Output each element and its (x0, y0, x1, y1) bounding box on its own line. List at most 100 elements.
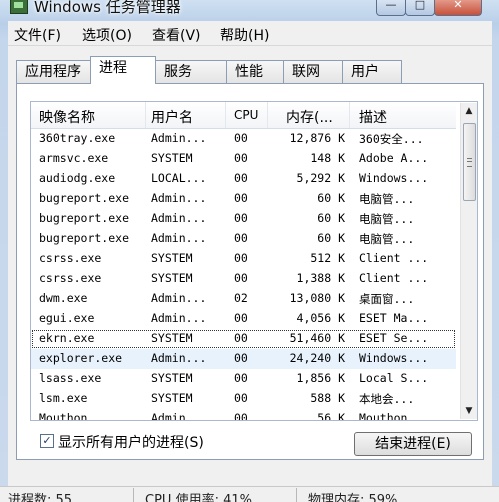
cell-image-name: explorer.exe (39, 351, 123, 365)
window-title: Windows 任务管理器 (34, 0, 181, 16)
process-row[interactable]: ekrn.exe SYSTEM 00 51,460 K ESET Se... (31, 329, 456, 349)
cell-image-name: ekrn.exe (39, 331, 95, 345)
column-user-name[interactable]: 用户名 (151, 107, 193, 127)
cell-image-name: 360tray.exe (39, 131, 116, 145)
process-row[interactable]: lsm.exe SYSTEM 00 588 K 本地会... (31, 389, 456, 409)
cell-description: Local S... (359, 371, 429, 385)
status-process-count: 进程数: 55 (8, 493, 73, 502)
menu-options[interactable]: 选项(O) (82, 25, 132, 45)
tab-applications[interactable]: 应用程序 (16, 60, 91, 83)
tab-services[interactable]: 服务 (155, 60, 227, 83)
cell-cpu: 00 (234, 151, 248, 165)
column-separator[interactable] (349, 102, 350, 128)
cell-memory: 12,876 K (289, 131, 345, 145)
process-row[interactable]: bugreport.exe Admin... 00 60 K 电脑管... (31, 209, 456, 229)
column-description[interactable]: 描述 (359, 107, 387, 127)
process-row[interactable]: bugreport.exe Admin... 00 60 K 电脑管... (31, 229, 456, 249)
process-row[interactable]: dwm.exe Admin... 02 13,080 K 桌面窗... (31, 289, 456, 309)
show-all-users-checkbox[interactable]: ✓ (40, 434, 54, 448)
cell-cpu: 00 (234, 231, 248, 245)
cell-cpu: 00 (234, 251, 248, 265)
cell-image-name: bugreport.exe (39, 211, 130, 225)
cell-image-name: bugreport.exe (39, 191, 130, 205)
process-row[interactable]: csrss.exe SYSTEM 00 1,388 K Client ... (31, 269, 456, 289)
process-row[interactable]: audiodg.exe LOCAL... 00 5,292 K Windows... (31, 169, 456, 189)
cell-user-name: SYSTEM (151, 371, 193, 385)
cell-user-name: Admin... (151, 311, 207, 325)
column-cpu[interactable]: CPU (234, 108, 258, 122)
scroll-down-icon[interactable]: ▼ (461, 403, 477, 419)
process-row[interactable]: armsvc.exe SYSTEM 00 148 K Adobe A... (31, 149, 456, 169)
cell-memory: 148 K (310, 151, 345, 165)
column-memory[interactable]: 内存(... (286, 107, 333, 127)
tab-performance[interactable]: 性能 (226, 60, 284, 83)
task-manager-window: Windows 任务管理器 — □ ✕ 文件(F) 选项(O) 查看(V) 帮助… (0, 0, 499, 502)
cell-description: 电脑管... (359, 212, 415, 226)
status-divider (133, 488, 134, 502)
tab-processes[interactable]: 进程 (90, 56, 156, 84)
status-physical-memory: 物理内存: 59% (308, 493, 398, 502)
menu-view[interactable]: 查看(V) (152, 25, 201, 45)
end-process-button[interactable]: 结束进程(E) (354, 432, 472, 456)
cell-user-name: Admin... (151, 291, 207, 305)
process-row[interactable]: egui.exe Admin... 00 4,056 K ESET Ma... (31, 309, 456, 329)
cell-user-name: SYSTEM (151, 391, 193, 405)
minimize-button[interactable]: — (376, 0, 406, 16)
cell-description: Adobe A... (359, 151, 429, 165)
process-row[interactable]: csrss.exe SYSTEM 00 512 K Client ... (31, 249, 456, 269)
column-image-name[interactable]: 映像名称 (39, 107, 95, 127)
column-separator[interactable] (267, 102, 268, 128)
process-row[interactable]: Mouthon... Admin... 00 56 K Mouthon... (31, 409, 456, 421)
cell-user-name: Admin... (151, 351, 207, 365)
cell-user-name: SYSTEM (151, 271, 193, 285)
cell-user-name: Admin... (151, 411, 207, 421)
cell-description: ESET Se... (359, 331, 429, 345)
process-list-header: ^ 映像名称 用户名 CPU 内存(... 描述 (31, 102, 456, 129)
tab-users[interactable]: 用户 (342, 60, 402, 83)
cell-user-name: LOCAL... (151, 171, 207, 185)
cell-user-name: SYSTEM (151, 151, 193, 165)
cell-cpu: 00 (234, 311, 248, 325)
cell-image-name: Mouthon... (39, 411, 109, 421)
process-row[interactable]: explorer.exe Admin... 00 24,240 K Windows... (31, 349, 456, 369)
column-separator[interactable] (225, 102, 226, 128)
process-row[interactable]: 360tray.exe Admin... 00 12,876 K 360安全... (31, 129, 456, 149)
cell-image-name: audiodg.exe (39, 171, 116, 185)
scroll-up-icon[interactable]: ▲ (461, 103, 477, 119)
cell-image-name: csrss.exe (39, 271, 102, 285)
cell-description: Windows... (359, 171, 429, 185)
maximize-button[interactable]: □ (405, 0, 435, 16)
cell-memory: 24,240 K (289, 351, 345, 365)
cell-memory: 60 K (317, 211, 345, 225)
menu-file[interactable]: 文件(F) (14, 25, 61, 45)
close-button[interactable]: ✕ (434, 0, 482, 16)
cell-memory: 1,856 K (296, 371, 345, 385)
status-bar: 进程数: 55 CPU 使用率: 41% 物理内存: 59% (0, 486, 499, 502)
cell-cpu: 00 (234, 171, 248, 185)
cell-description: Client ... (359, 271, 429, 285)
cell-image-name: lsass.exe (39, 371, 102, 385)
grip-icon (467, 158, 472, 167)
cell-memory: 60 K (317, 231, 345, 245)
cell-cpu: 00 (234, 331, 248, 345)
show-all-users-label[interactable]: 显示所有用户的进程(S) (58, 432, 204, 452)
tab-networking[interactable]: 联网 (283, 60, 343, 83)
cell-image-name: bugreport.exe (39, 231, 130, 245)
cell-image-name: egui.exe (39, 311, 95, 325)
cell-description: 本地会... (359, 392, 415, 406)
menu-help[interactable]: 帮助(H) (220, 25, 269, 45)
process-row[interactable]: bugreport.exe Admin... 00 60 K 电脑管... (31, 189, 456, 209)
cell-cpu: 00 (234, 391, 248, 405)
cell-user-name: Admin... (151, 211, 207, 225)
vertical-scrollbar[interactable]: ▲ ▼ (460, 103, 477, 419)
process-list[interactable]: ^ 映像名称 用户名 CPU 内存(... 描述 360tray.exe Admi… (30, 101, 478, 421)
cell-user-name: Admin... (151, 191, 207, 205)
cell-cpu: 00 (234, 211, 248, 225)
scroll-thumb[interactable] (463, 123, 476, 201)
column-separator[interactable] (145, 102, 146, 128)
cell-memory: 588 K (310, 391, 345, 405)
title-bar[interactable]: Windows 任务管理器 — □ ✕ (0, 0, 499, 18)
process-row[interactable]: lsass.exe SYSTEM 00 1,856 K Local S... (31, 369, 456, 389)
cell-cpu: 00 (234, 271, 248, 285)
cell-user-name: SYSTEM (151, 331, 193, 345)
